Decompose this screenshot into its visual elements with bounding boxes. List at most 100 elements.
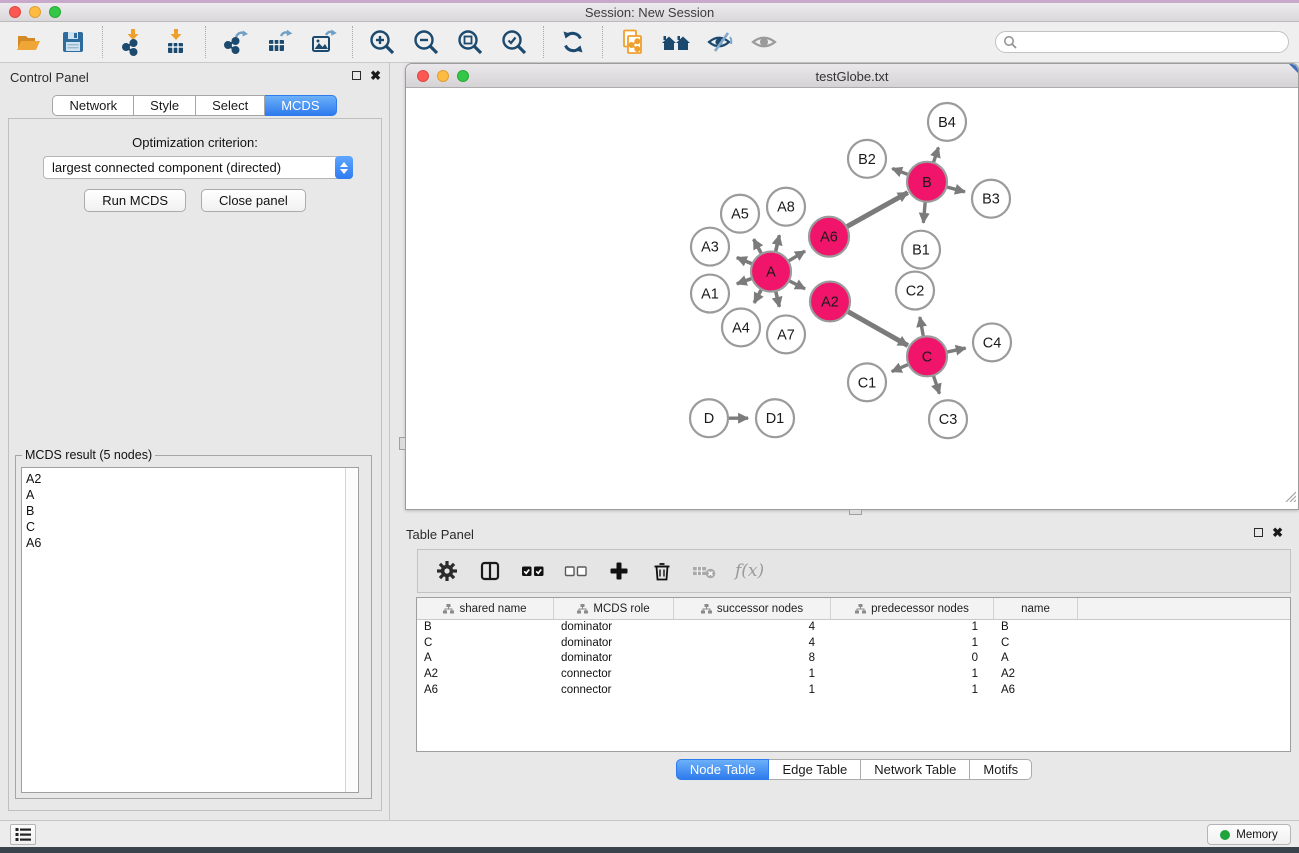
- tab-mcds[interactable]: MCDS: [265, 95, 336, 116]
- run-mcds-button[interactable]: Run MCDS: [84, 189, 186, 212]
- zoom-fit-icon[interactable]: [455, 27, 485, 57]
- tab-network[interactable]: Network: [52, 95, 134, 116]
- search-input[interactable]: [995, 31, 1289, 53]
- tab-edge-table[interactable]: Edge Table: [769, 759, 861, 780]
- result-item[interactable]: A: [22, 487, 344, 503]
- close-panel-button[interactable]: Close panel: [201, 189, 306, 212]
- result-item[interactable]: B: [22, 503, 344, 519]
- table-body[interactable]: Bdominator41BCdominator41CAdominator80AA…: [417, 620, 1290, 751]
- table-row[interactable]: Adominator80A: [417, 651, 1290, 667]
- graph-node-label: B1: [912, 243, 930, 259]
- tab-motifs[interactable]: Motifs: [970, 759, 1032, 780]
- network-canvas[interactable]: B4B2BB3A5A8A6A3B1AA1C2A2A4A7C4CC1C3DD1: [407, 89, 1297, 508]
- result-item[interactable]: C: [22, 519, 344, 535]
- table-cell: 1: [831, 636, 994, 652]
- graph-node-label: A5: [731, 207, 749, 223]
- graph-edge-C-C3[interactable]: [933, 373, 940, 393]
- tab-node-table[interactable]: Node Table: [676, 759, 770, 780]
- result-item[interactable]: A6: [22, 535, 344, 551]
- app-titlebar: Session: New Session: [0, 3, 1299, 22]
- result-scrollbar[interactable]: [345, 468, 358, 792]
- graph-edge-B-B3[interactable]: [944, 186, 965, 191]
- close-panel-icon[interactable]: ✖: [370, 70, 381, 81]
- mcds-result-list[interactable]: A2ABCA6: [21, 467, 359, 793]
- show-all-icon[interactable]: [749, 27, 779, 57]
- new-network-from-selection-icon[interactable]: [617, 27, 647, 57]
- graph-edge-A2-C[interactable]: [846, 310, 908, 345]
- table-close-icon[interactable]: ✖: [1272, 527, 1283, 538]
- table-cell: 8: [674, 651, 831, 667]
- control-panel-tabs: NetworkStyleSelectMCDS: [0, 95, 389, 116]
- birdseye-toggle-icon[interactable]: [1289, 64, 1298, 73]
- import-table-icon[interactable]: [161, 27, 191, 57]
- select-all-icon[interactable]: [520, 558, 546, 584]
- save-session-icon[interactable]: [58, 27, 88, 57]
- export-image-icon[interactable]: [308, 27, 338, 57]
- graph-edge-B-B1[interactable]: [923, 200, 925, 223]
- graph-edge-A-A6[interactable]: [786, 251, 805, 262]
- node-table[interactable]: shared nameMCDS rolesuccessor nodesprede…: [416, 597, 1291, 752]
- export-network-icon[interactable]: [220, 27, 250, 57]
- open-session-icon[interactable]: [14, 27, 44, 57]
- table-cell: B: [994, 620, 1078, 636]
- graph-edge-C-C2[interactable]: [920, 317, 924, 339]
- first-neighbors-icon[interactable]: [661, 27, 691, 57]
- table-cell: dominator: [554, 636, 674, 652]
- add-row-icon[interactable]: [606, 558, 632, 584]
- zoom-selected-icon[interactable]: [499, 27, 529, 57]
- table-float-icon[interactable]: [1254, 528, 1263, 537]
- table-cell: 0: [831, 651, 994, 667]
- zoom-in-icon[interactable]: [367, 27, 397, 57]
- table-columns-icon[interactable]: [477, 558, 503, 584]
- tab-network-table[interactable]: Network Table: [861, 759, 970, 780]
- table-cell: A6: [994, 683, 1078, 699]
- column-header-name[interactable]: name: [994, 598, 1078, 619]
- delete-row-icon[interactable]: [649, 558, 675, 584]
- zoom-out-icon[interactable]: [411, 27, 441, 57]
- criterion-value: largest connected component (directed): [52, 160, 281, 175]
- table-row[interactable]: Bdominator41B: [417, 620, 1290, 636]
- graph-edge-A6-B[interactable]: [845, 193, 908, 228]
- graph-node-label: A7: [777, 327, 795, 343]
- network-view-window: testGlobe.txt B4B2BB3A5A8A6A3B1AA1C2A2A4…: [405, 63, 1299, 510]
- table-cell: connector: [554, 683, 674, 699]
- memory-label: Memory: [1236, 829, 1278, 841]
- table-cell: C: [994, 636, 1078, 652]
- table-header[interactable]: shared nameMCDS rolesuccessor nodesprede…: [417, 598, 1290, 620]
- canvas-bottom-grip[interactable]: [849, 509, 862, 515]
- memory-button[interactable]: Memory: [1207, 824, 1291, 845]
- table-toolbar: f(x): [417, 549, 1291, 593]
- column-header-successor-nodes[interactable]: successor nodes: [674, 598, 831, 619]
- export-table-icon[interactable]: [264, 27, 294, 57]
- canvas-left-grip[interactable]: [399, 437, 406, 450]
- table-settings-icon[interactable]: [434, 558, 460, 584]
- tab-style[interactable]: Style: [134, 95, 196, 116]
- table-row[interactable]: A6connector11A6: [417, 683, 1290, 699]
- column-header-mcds-role[interactable]: MCDS role: [554, 598, 674, 619]
- graph-node-label: C4: [983, 335, 1002, 351]
- control-panel: Control Panel ✖ NetworkStyleSelectMCDS O…: [0, 63, 390, 820]
- network-window-titlebar[interactable]: testGlobe.txt: [406, 64, 1298, 88]
- table-row[interactable]: A2connector11A2: [417, 667, 1290, 683]
- column-header-predecessor-nodes[interactable]: predecessor nodes: [831, 598, 994, 619]
- graph-edge-C-C4[interactable]: [945, 348, 966, 353]
- deselect-all-icon[interactable]: [563, 558, 589, 584]
- table-cell: A: [417, 651, 554, 667]
- float-panel-icon[interactable]: [352, 71, 361, 80]
- import-network-icon[interactable]: [117, 27, 147, 57]
- table-panel: Table Panel ✖: [402, 520, 1299, 820]
- criterion-select[interactable]: largest connected component (directed): [43, 156, 353, 179]
- mcds-tab-content: Optimization criterion: largest connecte…: [8, 118, 382, 811]
- result-item[interactable]: A2: [22, 471, 344, 487]
- status-bar: Memory: [0, 820, 1299, 847]
- column-header-shared-name[interactable]: shared name: [417, 598, 554, 619]
- mcds-result-group: MCDS result (5 nodes) A2ABCA6: [15, 455, 372, 799]
- refresh-layout-icon[interactable]: [558, 27, 588, 57]
- table-cell: A2: [417, 667, 554, 683]
- hide-selected-icon[interactable]: [705, 27, 735, 57]
- table-cell: dominator: [554, 620, 674, 636]
- window-resize-grip[interactable]: [1284, 489, 1296, 507]
- task-history-button[interactable]: [10, 824, 36, 845]
- tab-select[interactable]: Select: [196, 95, 265, 116]
- table-row[interactable]: Cdominator41C: [417, 636, 1290, 652]
